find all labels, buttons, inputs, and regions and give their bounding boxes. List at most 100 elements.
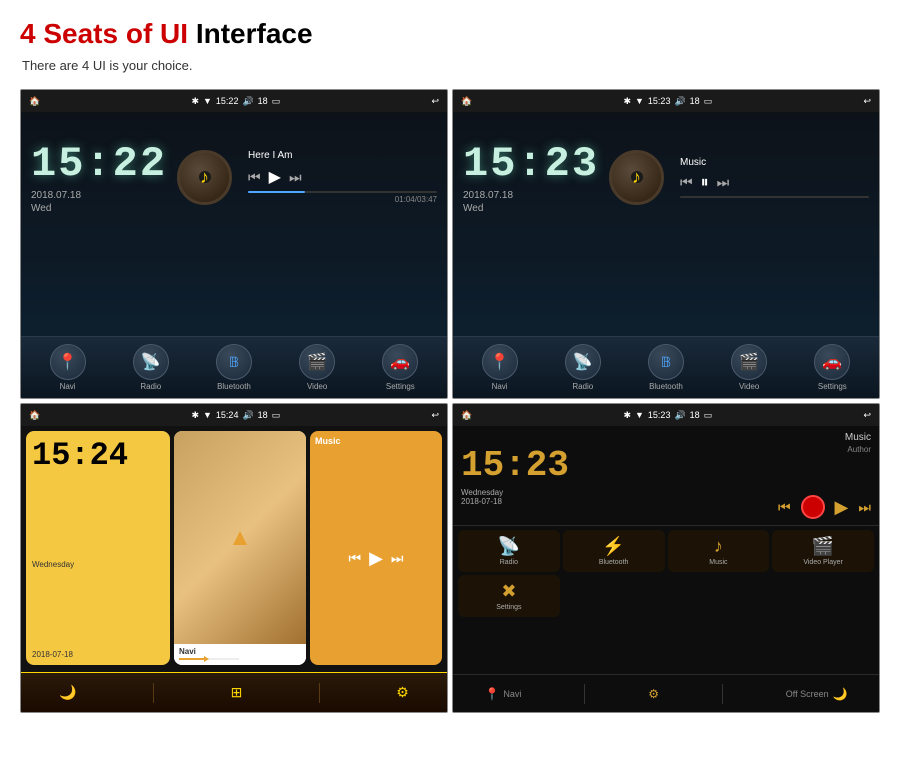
- music-player-2: ♪ Music ⏮ ⏸ ⏭: [609, 150, 869, 205]
- nav-radio-2[interactable]: 📡 Radio: [565, 344, 601, 391]
- nav-navi-1[interactable]: 📍 Navi: [50, 344, 86, 391]
- home-icon-1[interactable]: 🏠: [29, 96, 40, 107]
- day-1: Wed: [31, 203, 167, 214]
- navi-map-3: ▲: [174, 431, 306, 644]
- status-bar-4: 🏠 ✱ ▼ 15:23 🔊 18 ▭ ↩: [453, 404, 879, 426]
- icon-radio-4[interactable]: 📡 Radio: [458, 530, 560, 572]
- date2-3: 2018-07-18: [32, 650, 164, 659]
- video-label-4: Video Player: [803, 559, 843, 566]
- settings-label-2: Settings: [818, 382, 847, 391]
- cards-row-3: 15:24 Wednesday 2018-07-18 ▲ Navi: [21, 426, 447, 670]
- radio-icon-2: 📡: [573, 352, 593, 372]
- music-play-3[interactable]: ▶: [369, 548, 383, 569]
- screen-4: 🏠 ✱ ▼ 15:23 🔊 18 ▭ ↩ 15:23 Wednesday 201…: [452, 403, 880, 713]
- music-note-2: ♪: [632, 167, 641, 188]
- date-1: 2018.07.18: [31, 190, 167, 201]
- icon-video-4[interactable]: 🎬 Video Player: [772, 530, 874, 572]
- play-btn-1[interactable]: ▶: [269, 167, 281, 187]
- time-section-1: 15:22 2018.07.18 Wed: [31, 140, 167, 214]
- icon-settings-4[interactable]: ✖ Settings: [458, 575, 560, 617]
- signal-status-4: ▼: [635, 410, 644, 420]
- back-icon-3[interactable]: ↩: [431, 410, 439, 421]
- nav-video-2[interactable]: 🎬 Video: [731, 344, 767, 391]
- navi-bottom-4[interactable]: 📍 Navi: [484, 687, 521, 701]
- record-btn-4[interactable]: [801, 495, 825, 519]
- battery-icon-1: 🔊: [242, 96, 253, 107]
- nav-bluetooth-2[interactable]: 𝔹 Bluetooth: [648, 344, 684, 391]
- bluetooth-icon-1: 𝔹: [229, 354, 239, 371]
- status-right-4: ↩: [863, 410, 871, 421]
- battery-val-3: 18: [258, 410, 268, 420]
- music-next-3[interactable]: ⏭: [391, 550, 404, 567]
- radio-label-2: Radio: [572, 382, 593, 391]
- music-card-controls-3: ⏮ ▶ ⏭: [310, 451, 442, 665]
- date-line1-4: Wednesday: [461, 488, 569, 497]
- music-next-4[interactable]: ⏭: [858, 499, 871, 516]
- nav-settings-2[interactable]: 🚗 Settings: [814, 344, 850, 391]
- navi-icon-circle-2: 📍: [482, 344, 518, 380]
- apps-bottom-4[interactable]: ⚙: [648, 687, 659, 701]
- song-title-2: Music: [680, 157, 869, 168]
- status-left-1: 🏠: [29, 96, 40, 107]
- battery-icon-2: 🔊: [674, 96, 685, 107]
- page-header: 4 Seats of UI Interface There are 4 UI i…: [0, 0, 900, 81]
- music-author-4: Author: [847, 445, 871, 454]
- navi-bottom-icon-4: 📍: [484, 687, 499, 701]
- icon-music-4[interactable]: ♪ Music: [668, 530, 770, 572]
- offscreen-bottom-4[interactable]: Off Screen 🌙: [786, 687, 848, 701]
- music-play-4[interactable]: ▶: [835, 497, 849, 518]
- nav-video-1[interactable]: 🎬 Video: [299, 344, 335, 391]
- nav-radio-1[interactable]: 📡 Radio: [133, 344, 169, 391]
- icon-bluetooth-4[interactable]: ⚡ Bluetooth: [563, 530, 665, 572]
- time-status-3: 15:24: [216, 410, 239, 420]
- screen-icon-3: ▭: [272, 410, 281, 421]
- next-btn-2[interactable]: ⏭: [717, 174, 730, 191]
- bluetooth-icon-4: ⚡: [602, 536, 624, 557]
- music-title-4: Music: [845, 432, 871, 443]
- grid-btn-3[interactable]: ⊞: [231, 684, 243, 701]
- navi-icon-circle-1: 📍: [50, 344, 86, 380]
- back-icon-2[interactable]: ↩: [863, 96, 871, 107]
- prev-btn-1[interactable]: ⏮: [248, 169, 261, 186]
- settings-label-4: Settings: [496, 604, 521, 611]
- settings-icon-2: 🚗: [822, 352, 842, 372]
- settings-btn-3[interactable]: ⚙: [396, 684, 409, 701]
- main-content-1: 15:22 2018.07.18 Wed ♪ Here I Am ⏮ ▶ ⏭: [21, 112, 447, 242]
- radio-label-1: Radio: [140, 382, 161, 391]
- bottom-divider-4: [584, 684, 585, 704]
- bluetooth-status-3: ✱: [191, 410, 199, 421]
- home-icon-3[interactable]: 🏠: [29, 410, 40, 421]
- radio-icon-4: 📡: [498, 536, 520, 557]
- prev-btn-2[interactable]: ⏮: [680, 174, 693, 191]
- signal-status-2: ▼: [635, 96, 644, 106]
- offscreen-label-4: Off Screen: [786, 689, 829, 699]
- home-icon-4[interactable]: 🏠: [461, 410, 472, 421]
- top-section-4: 15:23 Wednesday 2018-07-18 Music Author …: [453, 426, 879, 526]
- screen-3: 🏠 ✱ ▼ 15:24 🔊 18 ▭ ↩ 15:24 Wednesday 201…: [20, 403, 448, 713]
- bluetooth-status-4: ✱: [623, 410, 631, 421]
- time-elapsed-1: 01:04/03:47: [248, 195, 437, 204]
- navi-progress-3: [179, 656, 301, 662]
- navi-card-3: ▲ Navi: [174, 431, 306, 665]
- offscreen-icon-4: 🌙: [833, 687, 848, 701]
- next-btn-1[interactable]: ⏭: [289, 169, 302, 186]
- status-center-3: ✱ ▼ 15:24 🔊 18 ▭: [191, 410, 280, 421]
- home-icon-2[interactable]: 🏠: [461, 96, 472, 107]
- settings-icon-4: ✖: [501, 581, 516, 602]
- divider-2-3: [319, 683, 320, 703]
- moon-btn-3[interactable]: 🌙: [59, 684, 76, 701]
- clock-4: 15:23: [461, 445, 569, 486]
- play-btn-2[interactable]: ⏸: [701, 174, 709, 192]
- icon-grid-4: 📡 Radio ⚡ Bluetooth ♪ Music 🎬 Video Play…: [453, 526, 879, 621]
- music-card-title-3: Music: [310, 431, 442, 451]
- back-icon-1[interactable]: ↩: [431, 96, 439, 107]
- status-left-3: 🏠: [29, 410, 40, 421]
- music-prev-4[interactable]: ⏮: [778, 499, 791, 516]
- back-icon-4[interactable]: ↩: [863, 410, 871, 421]
- nav-settings-1[interactable]: 🚗 Settings: [382, 344, 418, 391]
- nav-bluetooth-1[interactable]: 𝔹 Bluetooth: [216, 344, 252, 391]
- music-controls-2: ⏮ ⏸ ⏭: [680, 174, 869, 192]
- time-status-2: 15:23: [648, 96, 671, 106]
- music-prev-3[interactable]: ⏮: [348, 550, 361, 567]
- nav-navi-2[interactable]: 📍 Navi: [482, 344, 518, 391]
